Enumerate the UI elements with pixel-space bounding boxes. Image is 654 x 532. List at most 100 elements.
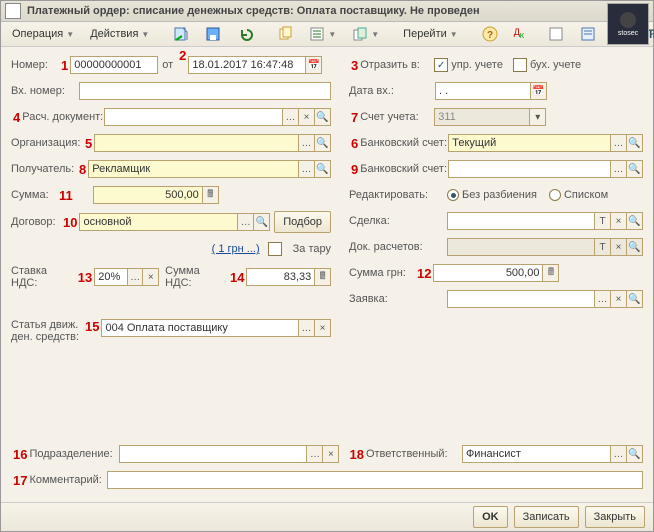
raschdoc-clear-icon[interactable]: ×	[299, 108, 315, 126]
tool-save-icon[interactable]	[198, 23, 228, 45]
save-button[interactable]: Записать	[514, 506, 579, 528]
window: Платежный ордер: списание денежных средс…	[0, 0, 654, 532]
org-search-icon[interactable]: 🔍	[315, 134, 331, 152]
responsible-search-icon[interactable]: 🔍	[627, 445, 643, 463]
label-mgmt: упр. учете	[451, 59, 503, 71]
anno-5: 5	[85, 136, 92, 151]
datevh-picker-icon[interactable]: 📅	[531, 82, 547, 100]
anno-15: 15	[85, 319, 99, 334]
label-docras: Док. расчетов:	[349, 241, 447, 253]
toolbar: Операция▼ Действия▼ ▼ ▼ Перейти▼ ? ДК T	[1, 22, 653, 47]
anno-13: 13	[78, 270, 92, 285]
close-button[interactable]: Закрыть	[585, 506, 645, 528]
tool-basedon-icon[interactable]: ▼	[345, 23, 386, 45]
cashflow-input[interactable]: 004 Оплата поставщику	[101, 319, 299, 337]
org-select-icon[interactable]: …	[299, 134, 315, 152]
label-org: Организация:	[11, 137, 83, 149]
sum-calc-icon[interactable]: 🖩	[203, 186, 219, 204]
label-datevh: Дата вх.:	[349, 85, 435, 97]
vatrate-select-icon[interactable]: …	[128, 268, 144, 286]
list-radio[interactable]	[549, 189, 561, 201]
vatsum-input[interactable]: 83,33	[246, 268, 315, 286]
logo: stosec	[607, 3, 649, 45]
mgmt-checkbox[interactable]: ✓	[434, 58, 448, 72]
raschdoc-select-icon[interactable]: …	[283, 108, 299, 126]
request-clear-icon[interactable]: ×	[611, 290, 627, 308]
request-search-icon[interactable]: 🔍	[627, 290, 643, 308]
cashflow-select-icon[interactable]: …	[299, 319, 315, 337]
label-edit: Редактировать:	[349, 189, 447, 201]
responsible-select-icon[interactable]: …	[611, 445, 627, 463]
bank1-input[interactable]: Текущий	[448, 134, 611, 152]
deal-search-icon[interactable]: 🔍	[627, 212, 643, 230]
subdiv-clear-icon[interactable]: ×	[323, 445, 339, 463]
anno-11: 11	[59, 188, 73, 203]
recipient-search-icon[interactable]: 🔍	[315, 160, 331, 178]
hint-link[interactable]: ( 1 грн ...)	[212, 243, 260, 255]
anno-14: 14	[230, 270, 244, 285]
tool-copy-icon[interactable]	[270, 23, 300, 45]
sumgrn-input[interactable]: 500,00	[433, 264, 543, 282]
goto-menu[interactable]: Перейти▼	[396, 23, 465, 45]
date-input[interactable]: 18.01.2017 16:47:48	[188, 56, 306, 74]
app-icon	[5, 3, 21, 19]
recipient-input[interactable]: Рекламщик	[88, 160, 299, 178]
account-input[interactable]: 311	[434, 108, 530, 126]
bank2-search-icon[interactable]: 🔍	[627, 160, 643, 178]
label-zatara: За тару	[293, 243, 331, 255]
anno-7: 7	[351, 110, 358, 125]
tool-a-icon[interactable]	[541, 23, 571, 45]
contract-select-icon[interactable]: …	[238, 213, 254, 231]
account-dropdown-icon[interactable]: ▾	[530, 108, 546, 126]
zatara-checkbox[interactable]	[268, 242, 282, 256]
nosplit-radio[interactable]	[447, 189, 459, 201]
tool-b-icon[interactable]	[573, 23, 603, 45]
dtkt-icon[interactable]: ДК	[507, 23, 531, 45]
responsible-input[interactable]: Финансист	[462, 445, 611, 463]
datevh-input[interactable]: . .	[435, 82, 531, 100]
vatrate-clear-icon[interactable]: ×	[143, 268, 159, 286]
ok-button[interactable]: OK	[473, 506, 508, 528]
sum-input[interactable]: 500,00	[93, 186, 203, 204]
bank2-select-icon[interactable]: …	[611, 160, 627, 178]
bank1-search-icon[interactable]: 🔍	[627, 134, 643, 152]
label-sum: Сумма:	[11, 189, 57, 201]
number-input[interactable]: 00000000001	[70, 56, 158, 74]
recipient-select-icon[interactable]: …	[299, 160, 315, 178]
actions-menu[interactable]: Действия▼	[83, 23, 156, 45]
cashflow-clear-icon[interactable]: ×	[315, 319, 331, 337]
label-cashflow: Статья движ. ден. средств:	[11, 319, 83, 343]
deal-input[interactable]	[447, 212, 595, 230]
acct-checkbox[interactable]	[513, 58, 527, 72]
contract-input[interactable]: основной	[79, 213, 238, 231]
deal-t-icon[interactable]: T	[595, 212, 611, 230]
raschdoc-search-icon[interactable]: 🔍	[315, 108, 331, 126]
tool-post-icon[interactable]	[166, 23, 196, 45]
date-picker-icon[interactable]: 📅	[306, 56, 322, 74]
vatsum-calc-icon[interactable]: 🖩	[315, 268, 331, 286]
subdiv-input[interactable]	[119, 445, 307, 463]
org-input[interactable]	[94, 134, 299, 152]
bank2-input[interactable]	[448, 160, 611, 178]
contract-search-icon[interactable]: 🔍	[254, 213, 270, 231]
tool-list-icon[interactable]: ▼	[302, 23, 343, 45]
help-icon[interactable]: ?	[475, 23, 505, 45]
bank1-select-icon[interactable]: …	[611, 134, 627, 152]
raschdoc-input[interactable]	[104, 108, 283, 126]
podbor-button[interactable]: Подбор	[274, 211, 331, 233]
request-select-icon[interactable]: …	[595, 290, 611, 308]
vhnumber-input[interactable]	[79, 82, 331, 100]
label-acct: бух. учете	[530, 59, 581, 71]
anno-6: 6	[351, 136, 358, 151]
vatrate-input[interactable]: 20%	[94, 268, 128, 286]
window-title: Платежный ордер: списание денежных средс…	[27, 5, 480, 17]
sumgrn-calc-icon[interactable]: 🖩	[543, 264, 559, 282]
deal-clear-icon[interactable]: ×	[611, 212, 627, 230]
request-input[interactable]	[447, 290, 595, 308]
tool-undo-icon[interactable]	[230, 23, 260, 45]
subdiv-select-icon[interactable]: …	[307, 445, 323, 463]
comment-input[interactable]	[107, 471, 643, 489]
operation-menu[interactable]: Операция▼	[5, 23, 81, 45]
form-body: Номер: 1 00000000001 от 2 18.01.2017 16:…	[1, 47, 653, 502]
label-responsible: Ответственный:	[366, 448, 462, 460]
